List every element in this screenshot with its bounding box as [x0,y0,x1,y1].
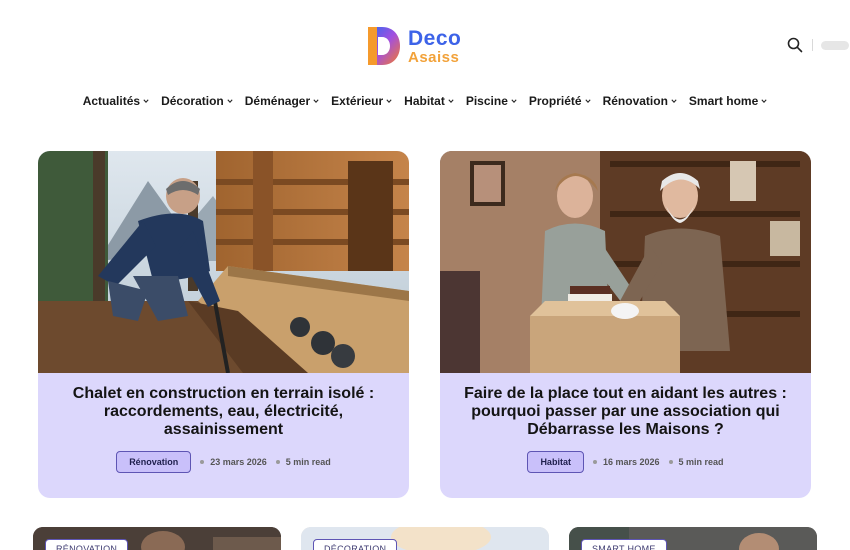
article-image[interactable] [38,151,409,373]
chevron-down-icon [386,99,392,104]
nav-item-habitat[interactable]: Habitat [404,94,454,108]
nav-label: Propriété [528,94,582,108]
chevron-down-icon [671,99,677,104]
nav-item-renovation[interactable]: Rénovation [603,94,677,108]
nav-item-exterieur[interactable]: Extérieur [331,94,392,108]
site-logo[interactable]: Deco Asaiss [366,24,486,68]
nav-item-actualites[interactable]: Actualités [83,94,149,108]
featured-article-card[interactable]: Faire de la place tout en aidant les aut… [440,151,811,498]
logo-line-1: Deco [408,26,462,50]
nav-label: Rénovation [602,94,668,108]
category-badge[interactable]: RÉNOVATION [45,539,129,550]
article-meta: Rénovation 23 mars 2026 5 min read [58,451,389,473]
nav-label: Décoration [161,94,224,108]
category-badge[interactable]: Habitat [527,451,584,473]
chevron-down-icon [448,99,454,104]
article-card-preview[interactable]: RÉNOVATION [33,527,281,550]
reading-time: 5 min read [285,457,331,467]
logo-line-2: Asaiss [408,48,460,66]
nav-label: Smart home [688,94,759,108]
nav-item-demenager[interactable]: Déménager [245,94,319,108]
article-title[interactable]: Chalet en construction en terrain isolé … [58,385,389,439]
category-badge[interactable]: DÉCORATION [313,539,398,550]
category-badge[interactable]: Rénovation [116,451,192,473]
article-date: 23 mars 2026 [210,457,267,467]
elderly-couple-packing-image [440,151,811,373]
featured-article-card[interactable]: Chalet en construction en terrain isolé … [38,151,409,498]
meta-separator-dot [275,460,280,464]
article-card-preview[interactable]: DÉCORATION [301,527,549,550]
article-image[interactable] [440,151,811,373]
article-card-preview[interactable]: SMART HOME [569,527,817,550]
chevron-down-icon [511,99,517,104]
header-divider [812,39,813,51]
nav-item-piscine[interactable]: Piscine [466,94,517,108]
nav-label: Piscine [465,94,508,108]
nav-item-decoration[interactable]: Décoration [161,94,233,108]
nav-label: Extérieur [331,94,384,108]
nav-label: Habitat [404,94,445,108]
nav-label: Actualités [82,94,141,108]
article-meta: Habitat 16 mars 2026 5 min read [460,451,791,473]
chevron-down-icon [313,99,319,104]
article-date: 16 mars 2026 [602,457,660,467]
chalet-construction-image [38,151,409,373]
category-badge[interactable]: SMART HOME [581,539,667,550]
search-icon[interactable] [786,36,804,54]
chevron-down-icon [584,99,591,104]
nav-label: Déménager [244,94,311,108]
chevron-down-icon [143,99,149,104]
chevron-down-icon [761,99,767,104]
logo-mark-icon [368,27,400,65]
meta-separator-dot [668,460,673,464]
nav-item-smart-home[interactable]: Smart home [689,94,767,108]
main-nav: Actualités Décoration Déménager Extérieu… [0,94,850,108]
meta-separator-dot [592,460,597,464]
nav-item-propriete[interactable]: Propriété [529,94,591,108]
reading-time: 5 min read [678,457,724,467]
dark-mode-toggle[interactable] [821,40,849,50]
meta-separator-dot [200,460,205,464]
article-title[interactable]: Faire de la place tout en aidant les aut… [460,385,791,439]
chevron-down-icon [227,99,233,104]
header-tools [786,36,849,54]
